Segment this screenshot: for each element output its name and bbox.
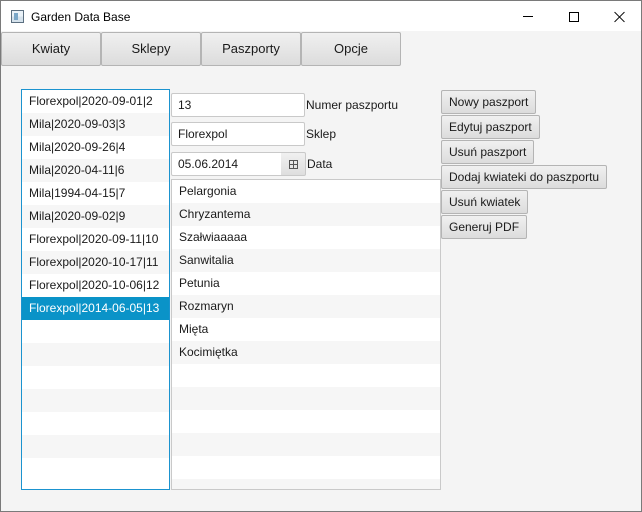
passport-list-item[interactable]: Florexpol|2020-10-17|11 [22, 251, 169, 274]
flower-list-item[interactable]: Mięta [172, 318, 440, 341]
add-flowers-button[interactable]: Dodaj kwiateki do paszportu [441, 165, 608, 189]
flower-list-item[interactable]: Pelargonia [172, 180, 440, 203]
flower-list[interactable]: Pelargonia Chryzantema Szałwiaaaaa Sanwital… [171, 179, 441, 490]
generate-pdf-button[interactable]: Generuj PDF [441, 215, 528, 239]
flower-list-item[interactable]: Rozmaryn [172, 295, 440, 318]
delete-flower-button[interactable]: Usuń kwiatek [441, 190, 529, 214]
empty-list-row [22, 435, 169, 458]
passport-list-item[interactable]: Florexpol|2020-09-11|10 [22, 228, 169, 251]
passport-number-label: Numer paszportu [306, 98, 399, 112]
date-picker-button[interactable] [281, 152, 306, 176]
shop-field[interactable]: Florexpol [171, 122, 305, 146]
empty-list-row [172, 364, 440, 387]
window-title: Garden Data Base [31, 10, 131, 24]
empty-list-row [22, 412, 169, 435]
empty-list-row [172, 456, 440, 479]
nav-kwiaty-button[interactable]: Kwiaty [1, 32, 101, 66]
minimize-icon [523, 16, 533, 17]
flower-list-item[interactable]: Szałwiaaaaa [172, 226, 440, 249]
passport-list-item[interactable]: Florexpol|2014-06-05|13 [22, 297, 169, 320]
passport-number-field[interactable]: 13 [171, 93, 305, 117]
new-passport-button[interactable]: Nowy paszport [441, 90, 537, 114]
minimize-button[interactable] [505, 1, 551, 32]
calendar-icon [288, 159, 298, 169]
passport-list-item[interactable]: Mila|2020-09-02|9 [22, 205, 169, 228]
date-label: Data [307, 157, 333, 171]
nav-opcje-button[interactable]: Opcje [301, 32, 401, 66]
nav-paszporty-button[interactable]: Paszporty [201, 32, 301, 66]
maximize-icon [569, 11, 579, 22]
empty-list-row [22, 458, 169, 481]
passport-list-item[interactable]: Mila|2020-09-26|4 [22, 136, 169, 159]
delete-passport-button[interactable]: Usuń paszport [441, 140, 535, 164]
close-button[interactable] [597, 1, 642, 32]
flower-list-item[interactable]: Kocimiętka [172, 341, 440, 364]
passport-list-item[interactable]: Florexpol|2020-09-01|2 [22, 90, 169, 113]
passport-list-item[interactable]: Mila|1994-04-15|7 [22, 182, 169, 205]
empty-list-row [172, 387, 440, 410]
edit-passport-button[interactable]: Edytuj paszport [441, 115, 540, 139]
close-icon [614, 11, 626, 23]
empty-list-row [22, 320, 169, 343]
passport-list-item[interactable]: Mila|2020-09-03|3 [22, 113, 169, 136]
empty-list-row [172, 433, 440, 456]
passport-list[interactable]: Florexpol|2020-09-01|2 Mila|2020-09-03|3 M… [21, 89, 170, 490]
passport-list-item[interactable]: Mila|2020-04-11|6 [22, 159, 169, 182]
passport-list-item[interactable]: Florexpol|2020-10-06|12 [22, 274, 169, 297]
flower-list-item[interactable]: Sanwitalia [172, 249, 440, 272]
empty-list-row [22, 389, 169, 412]
flower-list-item[interactable]: Chryzantema [172, 203, 440, 226]
empty-list-row [172, 410, 440, 433]
empty-list-row [22, 366, 169, 389]
maximize-button[interactable] [551, 1, 597, 32]
empty-list-row [22, 343, 169, 366]
shop-label: Sklep [306, 127, 337, 141]
nav-sklepy-button[interactable]: Sklepy [101, 32, 201, 66]
empty-list-row [172, 479, 440, 489]
date-field[interactable]: 05.06.2014 [171, 152, 282, 176]
flower-list-item[interactable]: Petunia [172, 272, 440, 295]
app-icon [11, 10, 24, 23]
title-bar: Garden Data Base [0, 0, 642, 31]
